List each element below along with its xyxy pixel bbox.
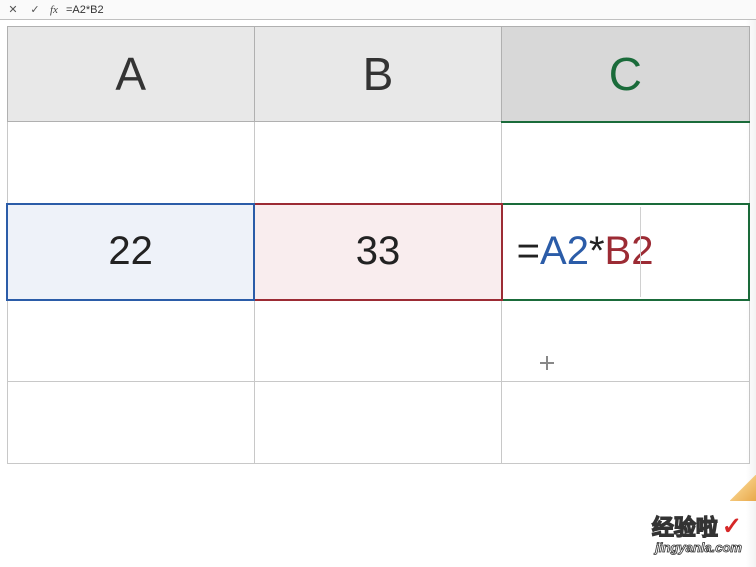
watermark-text: 经验啦	[652, 510, 718, 542]
cell-b3[interactable]	[254, 300, 501, 382]
row-3	[7, 300, 749, 382]
cell-a2[interactable]: 22	[7, 204, 254, 300]
formula-equals: =	[517, 229, 540, 273]
cell-c1[interactable]	[502, 122, 749, 204]
cell-b4[interactable]	[254, 382, 501, 464]
fx-icon[interactable]: fx	[50, 4, 58, 16]
cell-c4[interactable]	[502, 382, 749, 464]
formula-ref-b2: B2	[605, 229, 654, 273]
cell-divider	[640, 207, 641, 297]
row-1	[7, 122, 749, 204]
watermark-url: jingyanla.com	[652, 540, 742, 555]
cell-c2[interactable]: =A2*B2	[502, 204, 749, 300]
formula-ref-a2: A2	[540, 229, 589, 273]
row-2: 22 33 =A2*B2	[7, 204, 749, 300]
cancel-icon[interactable]: ✕	[6, 3, 20, 16]
formula-operator: *	[589, 229, 605, 273]
cell-a4[interactable]	[7, 382, 254, 464]
cell-a1[interactable]	[7, 122, 254, 204]
confirm-icon[interactable]: ✓	[28, 3, 42, 16]
page-curl-icon	[730, 475, 756, 501]
cell-b1[interactable]	[254, 122, 501, 204]
cell-b2[interactable]: 33	[254, 204, 501, 300]
column-header-c[interactable]: C	[502, 27, 749, 122]
cell-c3[interactable]	[502, 300, 749, 382]
column-header-row: A B C	[7, 27, 749, 122]
formula-bar: ✕ ✓ fx =A2*B2	[0, 0, 756, 20]
cell-a3[interactable]	[7, 300, 254, 382]
watermark: 经验啦 ✓ jingyanla.com	[652, 510, 742, 555]
row-4	[7, 382, 749, 464]
check-icon: ✓	[722, 512, 742, 541]
column-header-a[interactable]: A	[7, 27, 254, 122]
column-header-b[interactable]: B	[254, 27, 501, 122]
formula-bar-input[interactable]: =A2*B2	[66, 4, 104, 16]
spreadsheet-grid: A B C 22 33 =A2*B2	[0, 20, 756, 470]
